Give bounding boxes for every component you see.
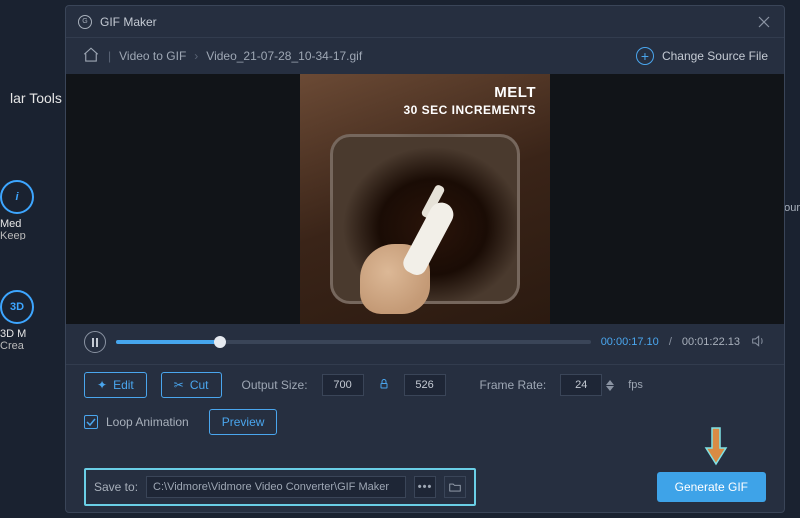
fps-unit-label: fps — [628, 379, 643, 391]
total-time: 00:01:22.13 — [682, 336, 740, 348]
preview-caption: MELT 30 SEC INCREMENTS — [403, 84, 536, 119]
breadcrumb-video-to-gif[interactable]: Video to GIF — [119, 49, 186, 63]
seek-fill — [116, 340, 220, 344]
frame-rate-label: Frame Rate: — [480, 378, 547, 392]
volume-button[interactable] — [750, 333, 766, 352]
preview-caption-line1: MELT — [403, 84, 536, 101]
ellipsis-icon: ••• — [418, 481, 433, 493]
bg-tool2-title: 3D M — [0, 328, 70, 340]
scissors-icon: ✂ — [174, 378, 184, 392]
background-tool-card: i Med Keep want — [0, 180, 70, 240]
check-icon — [86, 417, 96, 427]
preview-frame: MELT 30 SEC INCREMENTS — [300, 74, 550, 324]
gif-maker-dialog: G GIF Maker | Video to GIF › Video_21-07… — [65, 5, 785, 513]
more-options-button[interactable]: ••• — [414, 476, 436, 498]
loop-animation-checkbox[interactable]: Loop Animation — [84, 415, 189, 429]
breadcrumb-separator: | — [108, 49, 111, 63]
video-preview[interactable]: MELT 30 SEC INCREMENTS — [66, 74, 784, 324]
save-to-label: Save to: — [94, 480, 138, 494]
output-height-input[interactable] — [404, 374, 446, 396]
frame-rate-input[interactable] — [560, 374, 602, 396]
open-folder-button[interactable] — [444, 476, 466, 498]
breadcrumb-current-file: Video_21-07-28_10-34-17.gif — [206, 49, 362, 63]
preview-button-label: Preview — [222, 415, 265, 429]
magic-wand-icon: ✦ — [97, 378, 107, 392]
chevron-down-icon — [606, 386, 614, 391]
output-size-label: Output Size: — [242, 378, 308, 392]
settings-row: ✦ Edit ✂ Cut Output Size: Frame Rate: fp… — [66, 365, 784, 405]
bg-tool1-line1: Keep — [0, 230, 70, 240]
save-path-group-highlight: Save to: C:\Vidmore\Vidmore Video Conver… — [84, 468, 476, 506]
titlebar: G GIF Maker — [66, 6, 784, 38]
attention-arrow-icon — [704, 426, 728, 469]
background-tool-card: 3D 3D M Crea 2D — [0, 290, 70, 350]
volume-icon — [750, 333, 766, 349]
player-controls: 00:00:17.10 / 00:01:22.13 — [66, 324, 784, 360]
breadcrumb-chevron-icon: › — [194, 49, 198, 63]
folder-icon — [448, 480, 462, 494]
bg-tool1-title: Med — [0, 218, 70, 230]
chevron-up-icon — [606, 380, 614, 385]
options-row: Loop Animation Preview — [66, 405, 784, 439]
cut-button-label: Cut — [190, 378, 209, 392]
home-icon — [82, 46, 100, 64]
loop-animation-label: Loop Animation — [106, 415, 189, 429]
lock-aspect-button[interactable] — [378, 378, 390, 393]
background-sidebar-heading: lar Tools — [0, 90, 70, 120]
edit-button[interactable]: ✦ Edit — [84, 372, 147, 398]
checkbox-box — [84, 415, 98, 429]
preview-button[interactable]: Preview — [209, 409, 278, 435]
save-path-display[interactable]: C:\Vidmore\Vidmore Video Converter\GIF M… — [146, 476, 406, 498]
current-time: 00:00:17.10 — [601, 336, 659, 348]
preview-caption-line2: 30 SEC INCREMENTS — [403, 103, 536, 117]
time-separator: / — [669, 336, 672, 348]
info-icon: i — [0, 180, 34, 214]
cut-button[interactable]: ✂ Cut — [161, 372, 222, 398]
lock-icon — [378, 378, 390, 390]
home-button[interactable] — [82, 46, 100, 67]
change-source-button[interactable]: + Change Source File — [636, 47, 768, 65]
frame-rate-stepper[interactable] — [606, 380, 614, 391]
app-icon: G — [78, 15, 92, 29]
seek-slider[interactable] — [116, 340, 591, 344]
save-row: Save to: C:\Vidmore\Vidmore Video Conver… — [66, 462, 784, 512]
change-source-label: Change Source File — [662, 49, 768, 63]
close-icon — [757, 15, 771, 29]
nav-row: | Video to GIF › Video_21-07-28_10-34-17… — [66, 38, 784, 74]
bg-tool2-line1: Crea — [0, 340, 70, 350]
pause-button[interactable] — [84, 331, 106, 353]
close-button[interactable] — [756, 14, 772, 30]
seek-thumb[interactable] — [214, 336, 226, 348]
generate-gif-button[interactable]: Generate GIF — [657, 472, 766, 502]
window-title: GIF Maker — [100, 15, 157, 29]
threed-icon: 3D — [0, 290, 34, 324]
output-width-input[interactable] — [322, 374, 364, 396]
edit-button-label: Edit — [113, 378, 134, 392]
plus-circle-icon: + — [636, 47, 654, 65]
